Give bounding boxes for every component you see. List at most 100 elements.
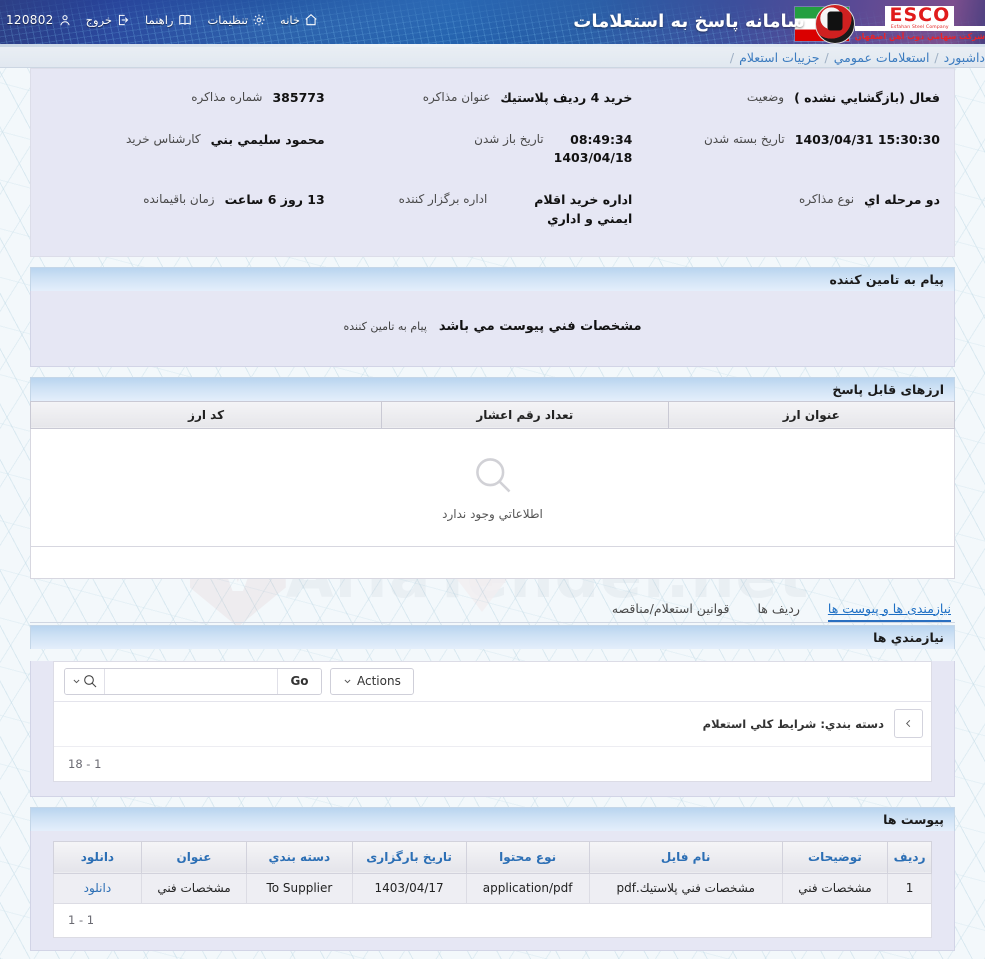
currencies-header-row: عنوان ارز تعداد رقم اعشار کد ارز: [29, 400, 956, 429]
supplier-message-label: پیام به تامین کننده: [343, 319, 427, 333]
magnifier-icon: [83, 675, 96, 688]
supplier-message-panel: پیام به تامین کننده مشخصات فني پيوست مي …: [30, 266, 955, 367]
currencies-panel: ارزهای قابل پاسخ عنوان ارز تعداد رقم اعش…: [29, 376, 956, 579]
info-field-negotiation-type: دو مرحله اي نوع مذاکره: [646, 179, 954, 239]
requirements-actions-button[interactable]: Actions: [330, 667, 414, 695]
info-value-negotiation-type: دو مرحله اي: [864, 192, 940, 208]
currencies-empty-state: اطلاعاتي وجود ندارد: [30, 428, 955, 547]
requirements-panel-body: Go Actions دسته بندي: شرايط كلي استعلام …: [30, 660, 955, 797]
esco-sub-farsi: شرکت سهامي ذوب آهن اصفهان: [854, 32, 985, 42]
requirements-panel-title: نیازمندي ها: [30, 624, 955, 649]
tab-inquiry-rules[interactable]: قوانین استعلام/مناقصه: [612, 601, 730, 623]
info-value-buyer: محمود سليمي بني: [210, 132, 325, 148]
magnifier-icon: [475, 458, 510, 493]
requirements-go-button[interactable]: Go: [277, 668, 321, 694]
requirements-group-row: دسته بندي: شرايط كلي استعلام: [54, 702, 931, 747]
info-field-status: فعال (بازگشايي نشده ) وضعیت: [646, 77, 954, 119]
info-value-open-date: 08:49:34 1403/04/18: [553, 132, 633, 166]
requirements-section: نیازمندي ها Go Actions دسته بندي: شرايط …: [0, 624, 985, 797]
attachments-col-file-name: نام فایل: [588, 840, 783, 874]
currencies-table-footer: [30, 546, 955, 579]
top-banner: ESCO Esfahan Steel Company شرکت سهامي ذو…: [0, 0, 985, 47]
tabs-underline: [30, 621, 955, 623]
requirements-group-label: دسته بندي: شرايط كلي استعلام: [702, 716, 884, 731]
nav-item-help[interactable]: راهنما: [145, 13, 193, 27]
nav-item-settings[interactable]: تنظیمات: [207, 13, 266, 27]
nav-item-home[interactable]: خانه: [280, 13, 318, 27]
breadcrumb-separator-3: /: [729, 49, 735, 65]
top-navigation: خانه تنظیمات راهنما خروج 120802: [6, 13, 318, 27]
info-field-open-date: 08:49:34 1403/04/18 تاریخ باز شدن: [339, 119, 647, 179]
attachments-col-download: دانلود: [53, 840, 142, 874]
search-dropdown-button[interactable]: [65, 668, 105, 694]
requirements-search-input[interactable]: [105, 668, 277, 694]
currencies-empty-text: اطلاعاتي وجود ندارد: [442, 507, 543, 522]
esco-wordmark: ESCO: [885, 5, 955, 26]
breadcrumb-item-inquiry-details[interactable]: جزییات استعلام: [739, 50, 819, 65]
currencies-col-code: کد ارز: [29, 400, 383, 429]
nav-label-settings: تنظیمات: [207, 13, 249, 27]
currencies-table: عنوان ارز تعداد رقم اعشار کد ارز: [29, 400, 956, 429]
nav-item-logout[interactable]: خروج: [86, 13, 131, 27]
breadcrumb-item-public-inquiries[interactable]: استعلامات عمومي: [834, 50, 930, 65]
info-label-negotiation-type: نوع مذاکره: [798, 192, 855, 207]
chevron-right-icon: [906, 720, 911, 728]
attachments-report: ردیف توضیحات نام فایل نوع محتوا تاریخ با…: [31, 831, 954, 950]
attachments-col-upload-date: تاریخ بارگزاری: [351, 840, 467, 874]
attachments-section: پیوست ها ردیف توضیحات نام فایل نوع محتوا…: [0, 806, 985, 951]
tab-requirements-and-attachments[interactable]: نیازمندی ها و پیوست ها: [827, 601, 951, 623]
attachments-table-head: ردیف توضیحات نام فایل نوع محتوا تاریخ با…: [53, 840, 932, 874]
home-icon: [305, 14, 317, 26]
chevron-down-icon: [344, 679, 351, 683]
book-icon: [179, 14, 192, 25]
supplier-message-panel-title: پیام به تامین کننده: [30, 266, 955, 291]
attachment-content-type: application/pdf: [465, 872, 590, 904]
requirements-search-box[interactable]: Go: [64, 667, 322, 695]
info-value-remaining-time: 13 روز 6 ساعت: [224, 192, 325, 208]
attachments-panel: پیوست ها ردیف توضیحات نام فایل نوع محتوا…: [30, 806, 955, 951]
attachments-pagination: 1 - 1: [53, 903, 932, 938]
attachments-col-category: دسته بندي: [246, 840, 353, 874]
info-field-remaining-time: 13 روز 6 ساعت زمان باقیمانده: [31, 179, 339, 239]
info-field-close-date: 1403/04/31 15:30:30 تاریخ بسته شدن: [646, 119, 954, 179]
info-label-status: وضعیت: [746, 90, 785, 104]
inquiry-info-grid: فعال (بازگشايي نشده ) وضعیت خريد 4 رديف …: [31, 77, 954, 240]
info-value-number: 385773: [272, 90, 325, 105]
breadcrumb: داشبورد / استعلامات عمومي / جزییات استعل…: [0, 47, 985, 68]
requirements-collapse-button[interactable]: [894, 709, 923, 739]
nav-label-home: خانه: [280, 13, 301, 27]
requirements-report: Go Actions دسته بندي: شرايط كلي استعلام …: [53, 660, 932, 782]
currencies-col-title: عنوان ارز: [667, 400, 956, 429]
attachments-panel-body: ردیف توضیحات نام فایل نوع محتوا تاریخ با…: [30, 830, 955, 951]
attachments-col-title: عنوان: [140, 840, 248, 874]
info-value-status: فعال (بازگشايي نشده ): [794, 90, 940, 105]
breadcrumb-item-dashboard[interactable]: داشبورد: [944, 50, 985, 65]
app-root: ESCO Esfahan Steel Company شرکت سهامي ذو…: [0, 0, 985, 959]
requirements-pagination: 18 - 1: [68, 756, 102, 771]
attachment-download-link[interactable]: دانلود: [53, 872, 142, 904]
tab-line-items[interactable]: ردیف ها: [757, 601, 799, 623]
attachments-table-body: 1 مشخصات فني مشخصات فني پلاستيك.pdf appl…: [53, 872, 932, 904]
gear-icon: [253, 14, 265, 26]
user-account[interactable]: 120802: [6, 13, 72, 27]
breadcrumb-separator-1: /: [934, 49, 939, 65]
currencies-table-head: عنوان ارز تعداد رقم اعشار کد ارز: [29, 400, 956, 429]
info-value-title: خريد 4 رديف پلاستيك: [500, 90, 633, 105]
currencies-panel-title: ارزهای قابل پاسخ: [30, 376, 955, 401]
banner-bottom-divider: [0, 44, 985, 47]
supplier-message-value: مشخصات فني پيوست مي باشد: [438, 318, 642, 334]
user-id-label: 120802: [6, 13, 54, 27]
currencies-section: ارزهای قابل پاسخ عنوان ارز تعداد رقم اعش…: [0, 376, 985, 579]
requirements-actions-label: Actions: [357, 674, 401, 689]
attachment-file-name: مشخصات فني پلاستيك.pdf: [588, 872, 783, 904]
info-label-title: عنوان مذاکره: [422, 90, 491, 104]
bottom-spacer: [0, 951, 985, 959]
attachments-col-content-type: نوع محتوا: [465, 840, 590, 874]
esco-sub-english: Esfahan Steel Company: [854, 25, 985, 32]
info-field-organizer: اداره خريد اقلام ايمني و اداري اداره برگ…: [339, 179, 647, 239]
currencies-col-decimals: تعداد رقم اعشار: [381, 400, 669, 429]
esco-logo: ESCO Esfahan Steel Company شرکت سهامي ذو…: [854, 5, 985, 42]
attachments-table: ردیف توضیحات نام فایل نوع محتوا تاریخ با…: [53, 840, 932, 904]
supplier-message-section: پیام به تامین کننده مشخصات فني پيوست مي …: [0, 266, 985, 367]
attachments-panel-title: پیوست ها: [30, 806, 955, 831]
